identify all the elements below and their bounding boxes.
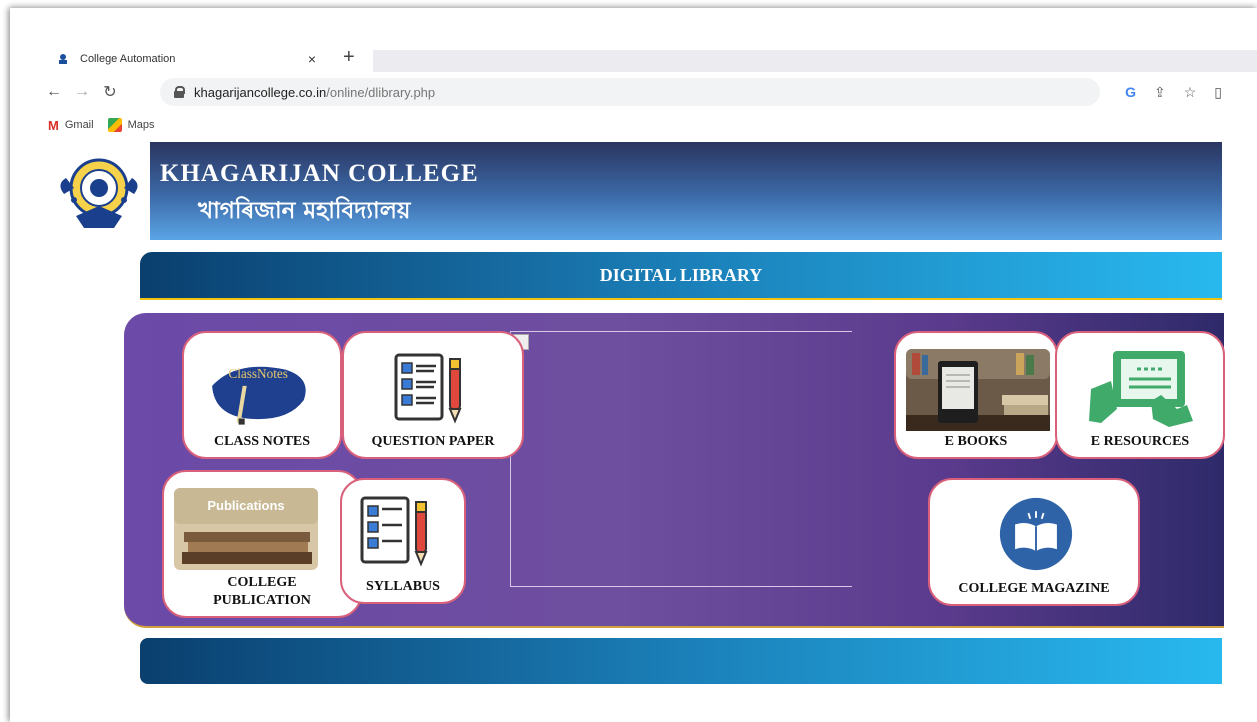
syllabus-icon bbox=[360, 496, 428, 567]
site-header: KHAGARIJAN COLLEGE খাগৰিজান মহাবিদ্যালয় bbox=[50, 142, 1222, 240]
reload-icon[interactable]: ↻ bbox=[96, 82, 124, 102]
lock-icon[interactable] bbox=[174, 86, 185, 98]
navigation-bar: ← → ↻ khagarijancollege.co.in/online/dli… bbox=[40, 78, 1222, 106]
college-publication-card[interactable]: Publications COLLEGE PUBLICATION bbox=[162, 470, 362, 618]
bookmark-maps[interactable]: Maps bbox=[107, 118, 155, 132]
page-title: DIGITAL LIBRARY bbox=[599, 264, 763, 285]
side-panel-icon[interactable]: ▯ bbox=[1214, 84, 1222, 101]
bookmark-label: Maps bbox=[127, 119, 155, 131]
eresources-card[interactable]: E RESOURCES bbox=[1055, 331, 1225, 459]
ebooks-card[interactable]: E BOOKS bbox=[894, 331, 1058, 459]
new-tab-button[interactable]: + bbox=[343, 46, 355, 68]
gmail-icon: M bbox=[48, 117, 59, 133]
class-notes-image-text: ClassNotes bbox=[228, 366, 287, 381]
class-notes-label: CLASS NOTES bbox=[213, 434, 311, 449]
google-icon[interactable]: G bbox=[1125, 84, 1136, 100]
publications-image: Publications bbox=[174, 488, 318, 570]
bookmark-label: Gmail bbox=[64, 119, 94, 131]
class-notes-image: ClassNotes bbox=[212, 366, 306, 425]
tab-strip: College Automation × + bbox=[40, 44, 1257, 74]
college-favicon-icon bbox=[59, 54, 67, 64]
college-logo-icon[interactable] bbox=[54, 154, 144, 234]
college-publication-label-2: PUBLICATION bbox=[213, 593, 311, 608]
syllabus-label: SYLLABUS bbox=[366, 579, 440, 594]
college-name-assamese: খাগৰিজান মহাবিদ্যালয় bbox=[198, 198, 411, 224]
footer-bar bbox=[140, 638, 1222, 684]
tablet-touch-icon bbox=[1089, 351, 1193, 427]
forward-arrow-icon[interactable]: → bbox=[68, 83, 96, 101]
url-host: khagarijancollege.co.in bbox=[194, 84, 327, 100]
back-arrow-icon[interactable]: ← bbox=[40, 83, 68, 101]
question-paper-card[interactable]: QUESTION PAPER bbox=[342, 331, 524, 459]
tab-strip-background bbox=[373, 50, 1257, 72]
url-path: /online/dlibrary.php bbox=[326, 84, 436, 100]
eresources-label: E RESOURCES bbox=[1090, 434, 1190, 449]
browser-tab[interactable]: College Automation × bbox=[40, 44, 330, 74]
address-bar[interactable]: khagarijancollege.co.in/online/dlibrary.… bbox=[160, 78, 1100, 106]
share-icon[interactable]: ⇪ bbox=[1154, 84, 1166, 101]
logo-container bbox=[50, 142, 150, 240]
maps-icon bbox=[107, 118, 122, 132]
toolbar-actions: G ⇪ ☆ ▯ bbox=[1125, 78, 1222, 106]
ebook-reader-image bbox=[906, 349, 1050, 431]
college-magazine-card[interactable]: COLLEGE MAGAZINE bbox=[928, 478, 1140, 606]
college-publication-label-1: COLLEGE bbox=[227, 575, 297, 590]
publications-image-text: Publications bbox=[207, 498, 284, 513]
college-magazine-label: COLLEGE MAGAZINE bbox=[958, 581, 1110, 596]
ebooks-label: E BOOKS bbox=[944, 434, 1008, 449]
open-book-icon bbox=[999, 497, 1073, 571]
bookmark-gmail[interactable]: M Gmail bbox=[48, 118, 94, 133]
digital-library-banner: DIGITAL LIBRARY bbox=[140, 252, 1222, 300]
bookmarks-bar: M Gmail Maps bbox=[48, 116, 154, 134]
embedded-frame bbox=[510, 331, 852, 587]
question-paper-label: QUESTION PAPER bbox=[371, 434, 495, 449]
bookmark-star-icon[interactable]: ☆ bbox=[1184, 84, 1197, 101]
college-name-english: KHAGARIJAN COLLEGE bbox=[160, 160, 479, 187]
tab-title: College Automation bbox=[80, 53, 176, 65]
class-notes-card[interactable]: ClassNotes CLASS NOTES bbox=[182, 331, 342, 459]
question-paper-icon bbox=[394, 353, 462, 424]
syllabus-card[interactable]: SYLLABUS bbox=[340, 478, 466, 604]
tab-close-icon[interactable]: × bbox=[308, 51, 316, 67]
